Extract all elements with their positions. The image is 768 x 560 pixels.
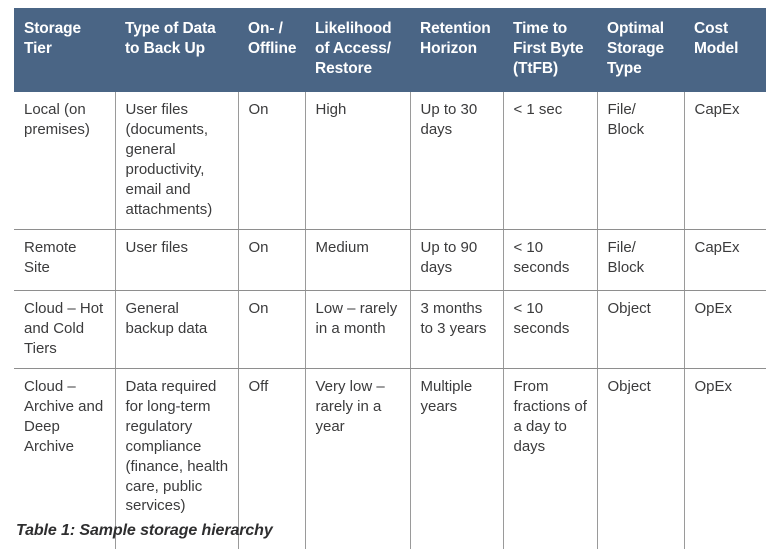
column-header-storage-tier: Storage Tier xyxy=(14,8,115,93)
storage-hierarchy-table: Storage Tier Type of Data to Back Up On-… xyxy=(14,8,766,549)
cell-retention-horizon: Up to 90 days xyxy=(409,229,503,292)
table-row: Local (on premises) User files (document… xyxy=(14,92,766,231)
cell-optimal-storage-type: Object xyxy=(596,290,684,369)
cell-retention-horizon: Up to 30 days xyxy=(409,92,503,231)
column-header-retention-horizon: Retention Horizon xyxy=(410,8,503,93)
cell-likelihood: Medium xyxy=(304,229,410,292)
column-header-likelihood-of-access: Likelihood of Access/ Restore xyxy=(305,8,410,93)
cell-likelihood: Low – rarely in a month xyxy=(304,290,410,369)
cell-optimal-storage-type: Object xyxy=(596,368,684,549)
cell-on-offline: On xyxy=(237,229,305,292)
table-body: Local (on premises) User files (document… xyxy=(14,92,766,549)
table-header: Storage Tier Type of Data to Back Up On-… xyxy=(14,8,766,93)
cell-cost-model: CapEx xyxy=(683,229,766,292)
cell-likelihood: Very low – rarely in a year xyxy=(304,368,410,549)
cell-storage-tier: Cloud – Hot and Cold Tiers xyxy=(14,290,115,369)
cell-storage-tier: Remote Site xyxy=(14,229,115,292)
cell-retention-horizon: 3 months to 3 years xyxy=(409,290,503,369)
column-header-optimal-storage-type: Optimal Storage Type xyxy=(597,8,684,93)
storage-hierarchy-table-container: Storage Tier Type of Data to Back Up On-… xyxy=(14,8,766,549)
column-header-time-to-first-byte: Time to First Byte (TtFB) xyxy=(503,8,597,93)
table-row: Remote Site User files On Medium Up to 9… xyxy=(14,229,766,292)
column-header-on-offline: On- / Offline xyxy=(238,8,305,93)
table-caption: Table 1: Sample storage hierarchy xyxy=(16,522,273,539)
column-header-cost-model: Cost Model xyxy=(684,8,766,93)
table-row: Cloud – Hot and Cold Tiers General backu… xyxy=(14,290,766,369)
cell-optimal-storage-type: File/ Block xyxy=(596,229,684,292)
cell-likelihood: High xyxy=(304,92,410,231)
cell-optimal-storage-type: File/ Block xyxy=(596,92,684,231)
cell-cost-model: OpEx xyxy=(683,368,766,549)
cell-time-to-first-byte: From fractions of a day to days xyxy=(502,368,597,549)
cell-retention-horizon: Multiple years xyxy=(409,368,503,549)
cell-on-offline: On xyxy=(237,92,305,231)
cell-storage-tier: Local (on premises) xyxy=(14,92,115,231)
cell-cost-model: OpEx xyxy=(683,290,766,369)
cell-type-of-data: User files xyxy=(114,229,238,292)
cell-time-to-first-byte: < 1 sec xyxy=(502,92,597,231)
table-header-row: Storage Tier Type of Data to Back Up On-… xyxy=(14,8,766,93)
column-header-type-of-data: Type of Data to Back Up xyxy=(115,8,238,93)
cell-time-to-first-byte: < 10 seconds xyxy=(502,229,597,292)
cell-type-of-data: General backup data xyxy=(114,290,238,369)
cell-on-offline: On xyxy=(237,290,305,369)
cell-cost-model: CapEx xyxy=(683,92,766,231)
cell-type-of-data: User files (documents, general productiv… xyxy=(114,92,238,231)
cell-time-to-first-byte: < 10 seconds xyxy=(502,290,597,369)
